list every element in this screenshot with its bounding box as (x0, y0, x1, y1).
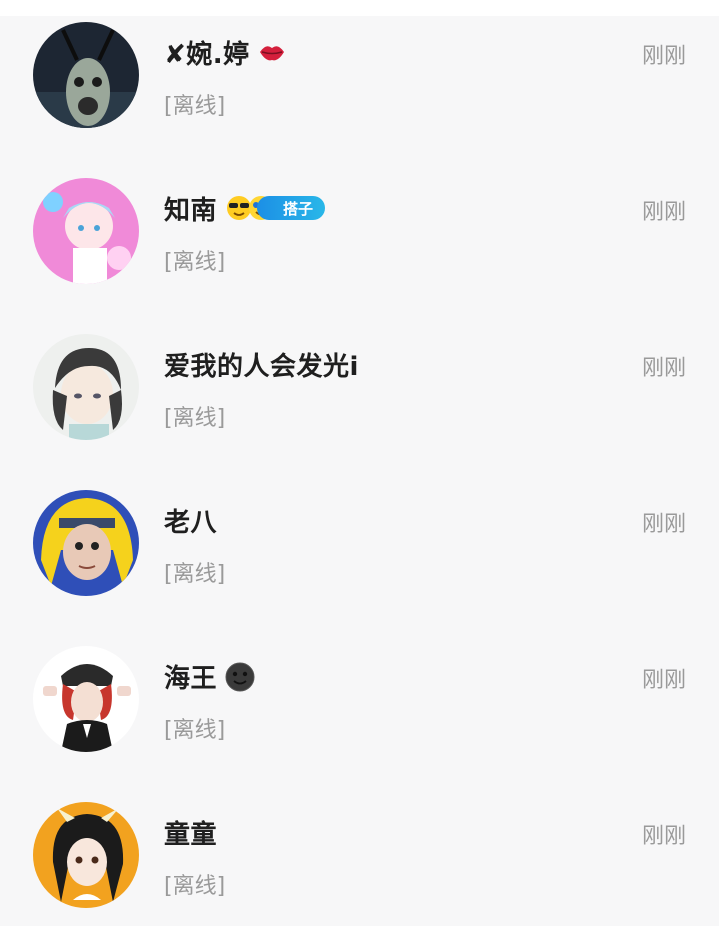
timestamp: 刚刚 (641, 668, 686, 693)
contact-list: ✘婉.婷 [离线] 刚刚 知南 搭子 [离线] 刚刚 爱我的人会发光i [离线]… (0, 0, 719, 926)
badge-label: 搭子 (257, 196, 326, 220)
avatar[interactable] (33, 490, 139, 596)
name-line: ✘婉.婷 (164, 32, 286, 72)
contact-name: 爱我的人会发光i (164, 351, 359, 382)
contact-row[interactable]: 童童 [离线] 刚刚 (0, 770, 719, 926)
avatar[interactable] (33, 646, 139, 752)
name-line: 知南 搭子 (164, 188, 326, 228)
contact-row[interactable]: 海王 [离线] 刚刚 (0, 614, 719, 770)
contact-row[interactable]: ✘婉.婷 [离线] 刚刚 (0, 0, 719, 146)
contact-name: 海王 (164, 663, 218, 694)
status-text: [离线] (164, 718, 226, 743)
name-line: 爱我的人会发光i (164, 344, 359, 384)
avatar[interactable] (33, 22, 139, 128)
lips-icon (258, 38, 286, 66)
contact-name: 知南 (164, 195, 218, 226)
avatar[interactable] (33, 802, 139, 908)
status-text: [离线] (164, 94, 226, 119)
tag-badge: 搭子 (225, 194, 326, 222)
name-line: 海王 (164, 656, 255, 696)
name-line: 童童 (164, 812, 217, 852)
status-text: [离线] (164, 874, 226, 899)
timestamp: 刚刚 (641, 512, 686, 537)
status-text: [离线] (164, 562, 226, 587)
timestamp: 刚刚 (641, 356, 686, 381)
contact-row[interactable]: 爱我的人会发光i [离线] 刚刚 (0, 302, 719, 458)
contact-row[interactable]: 知南 搭子 [离线] 刚刚 (0, 146, 719, 302)
status-text: [离线] (164, 406, 226, 431)
dark-moon-face-icon (225, 662, 255, 692)
contact-name: ✘婉.婷 (164, 39, 250, 70)
contact-row[interactable]: 老八 [离线] 刚刚 (0, 458, 719, 614)
timestamp: 刚刚 (641, 824, 686, 849)
avatar[interactable] (33, 334, 139, 440)
timestamp: 刚刚 (641, 44, 686, 69)
name-line: 老八 (164, 500, 217, 540)
avatar[interactable] (33, 178, 139, 284)
timestamp: 刚刚 (641, 200, 686, 225)
contact-name: 童童 (164, 819, 218, 850)
status-text: [离线] (164, 250, 226, 275)
contact-name: 老八 (164, 507, 218, 538)
